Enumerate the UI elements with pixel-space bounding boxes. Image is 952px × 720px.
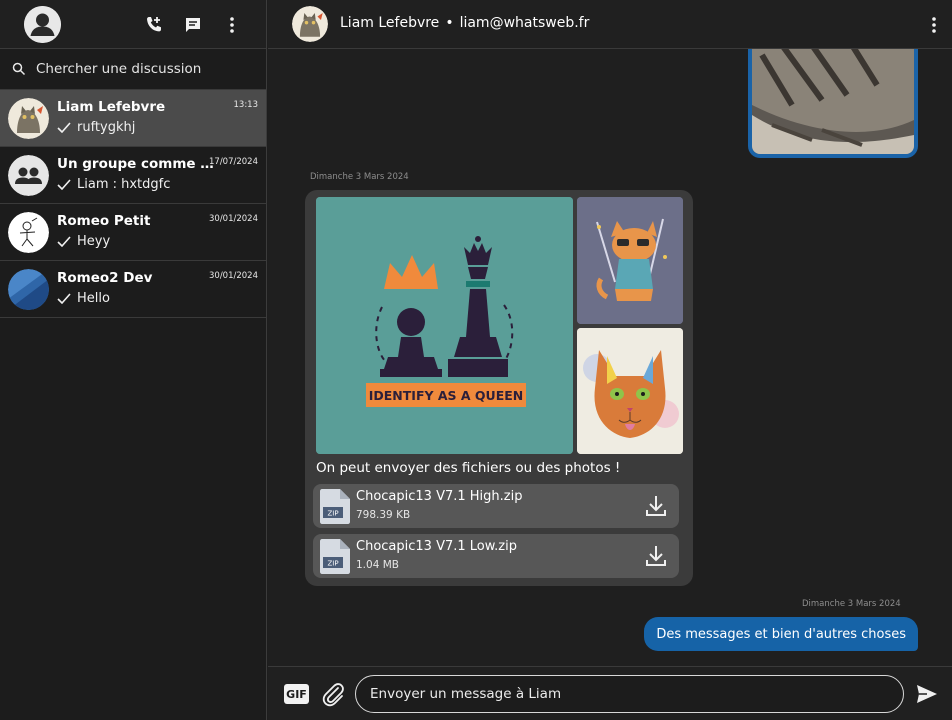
- image-banner-text: IDENTIFY AS A QUEEN: [369, 388, 524, 403]
- check-icon: [57, 179, 71, 190]
- conversation-name: Romeo2 Dev: [57, 270, 153, 286]
- file-attachment[interactable]: ZIP Chocapic13 V7.1 High.zip 798.39 KB: [313, 484, 679, 528]
- cat-avatar-icon: [8, 98, 49, 139]
- contact-avatar[interactable]: [292, 6, 328, 42]
- sidebar-menu-button[interactable]: [220, 13, 244, 37]
- queen-chess-image[interactable]: IDENTIFY AS A QUEEN: [316, 197, 573, 454]
- chess-queen-illustration: IDENTIFY AS A QUEEN: [316, 197, 573, 454]
- cat-photo-image: [752, 49, 914, 154]
- file-attachment[interactable]: ZIP Chocapic13 V7.1 Low.zip 1.04 MB: [313, 534, 679, 578]
- samurai-cat-image[interactable]: [577, 197, 683, 324]
- search-icon: [12, 62, 26, 76]
- add-call-icon: [147, 17, 161, 32]
- sketch-avatar-icon: [8, 212, 49, 253]
- file-type-label: ZIP: [327, 560, 338, 568]
- conversation-last-message: ruftygkhj: [57, 120, 135, 135]
- conversation-name: Romeo Petit: [57, 213, 151, 229]
- last-message-text: Liam : hxtdgfc: [77, 177, 171, 192]
- last-message-text: ruftygkhj: [77, 120, 136, 135]
- my-profile-avatar[interactable]: [24, 6, 61, 43]
- file-type-label: ZIP: [327, 510, 338, 518]
- search-bar: [0, 49, 266, 90]
- message-composer: GIF: [268, 666, 952, 720]
- paperclip-icon[interactable]: [320, 681, 346, 707]
- conversation-item-romeo2-dev[interactable]: Romeo2 Dev 30/01/2024 Hello: [0, 261, 266, 318]
- conversation-last-message: Heyy: [57, 234, 110, 249]
- sidebar-header: [0, 0, 266, 49]
- file-name: Chocapic13 V7.1 Low.zip: [356, 539, 517, 554]
- avatar: [8, 212, 49, 253]
- gif-button[interactable]: GIF: [284, 684, 309, 704]
- watercolor-cat-image[interactable]: [577, 328, 683, 454]
- zip-file-icon: ZIP: [320, 539, 350, 574]
- message-list[interactable]: Dimanche 3 Mars 2024 IDENTIFY AS A QUEEN…: [268, 49, 952, 666]
- sent-image-cat[interactable]: [748, 49, 918, 158]
- conversation-item-liam-lefebvre[interactable]: Liam Lefebvre 13:13 ruftygkhj: [0, 90, 266, 147]
- chat-panel: Liam Lefebvre•liam@whatsweb.fr Dimanch: [268, 0, 952, 720]
- contact-email: liam@whatsweb.fr: [459, 15, 590, 31]
- file-size: 798.39 KB: [356, 509, 411, 521]
- conversation-item-group[interactable]: Un groupe comme un autre 17/07/2024 Liam…: [0, 147, 266, 204]
- menu-dots-icon: [932, 17, 936, 33]
- title-separator: •: [445, 15, 454, 31]
- message-caption: On peut envoyer des fichiers ou des phot…: [316, 460, 621, 476]
- file-name: Chocapic13 V7.1 High.zip: [356, 489, 523, 504]
- cat-avatar-icon: [292, 6, 328, 42]
- conversation-time: 17/07/2024: [209, 157, 258, 167]
- group-icon: [8, 155, 49, 196]
- conversation-last-message: Hello: [57, 291, 110, 306]
- chat-menu-button[interactable]: [922, 13, 946, 37]
- sidebar: Liam Lefebvre 13:13 ruftygkhj Un groupe …: [0, 0, 267, 720]
- chat-title: Liam Lefebvre • liam@whatsweb.fr: [340, 15, 589, 31]
- samurai-cat-illustration: [577, 197, 683, 324]
- chat-header: Liam Lefebvre • liam@whatsweb.fr: [268, 0, 952, 49]
- last-message-text: Heyy: [77, 234, 111, 249]
- conversation-item-romeo-petit[interactable]: Romeo Petit 30/01/2024 Heyy: [0, 204, 266, 261]
- download-icon[interactable]: [645, 494, 667, 518]
- conversation-name: Un groupe comme un autre: [57, 156, 217, 172]
- contact-name: Liam Lefebvre: [340, 15, 440, 31]
- file-size: 1.04 MB: [356, 559, 399, 571]
- zip-file-icon: ZIP: [320, 489, 350, 524]
- menu-dots-icon: [230, 17, 234, 33]
- conversation-time: 30/01/2024: [209, 271, 258, 281]
- date-separator: Dimanche 3 Mars 2024: [310, 172, 409, 182]
- check-icon: [57, 236, 71, 247]
- watercolor-cat-illustration: [577, 328, 683, 454]
- conversation-time: 30/01/2024: [209, 214, 258, 224]
- whatsweb-app: Liam Lefebvre 13:13 ruftygkhj Un groupe …: [0, 0, 952, 720]
- avatar: [8, 155, 49, 196]
- new-chat-icon: [186, 18, 200, 32]
- search-input[interactable]: [36, 57, 256, 81]
- sent-message-bubble[interactable]: Des messages et bien d'autres choses: [644, 617, 918, 651]
- message-input[interactable]: [355, 675, 904, 713]
- send-icon[interactable]: [916, 683, 938, 705]
- profile-icon: [24, 6, 61, 43]
- conversation-time: 13:13: [233, 100, 259, 110]
- conversation-last-message: Liam : hxtdgfc: [57, 177, 170, 192]
- avatar: [8, 98, 49, 139]
- new-chat-button[interactable]: [181, 13, 205, 37]
- check-icon: [57, 293, 71, 304]
- download-icon[interactable]: [645, 544, 667, 568]
- conversation-name: Liam Lefebvre: [57, 99, 166, 115]
- received-message-bubble: IDENTIFY AS A QUEEN On peut envoyer des …: [305, 190, 693, 586]
- blue-avatar-icon: [8, 269, 49, 310]
- add-call-button[interactable]: [142, 13, 166, 37]
- last-message-text: Hello: [77, 291, 110, 306]
- avatar: [8, 269, 49, 310]
- check-icon: [57, 122, 71, 133]
- date-separator: Dimanche 3 Mars 2024: [802, 599, 901, 609]
